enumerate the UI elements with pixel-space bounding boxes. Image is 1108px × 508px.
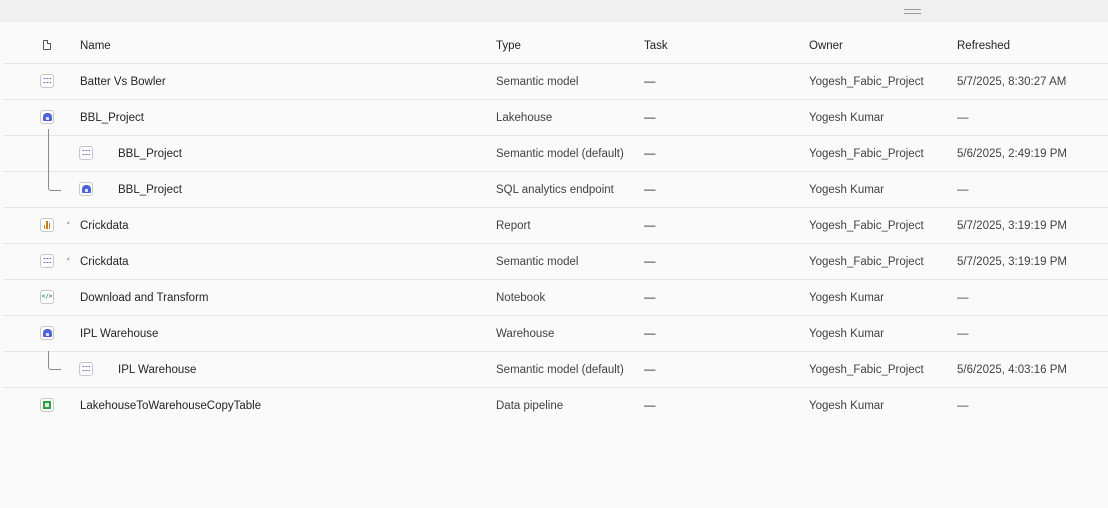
shortcut-icon: ⸗: [67, 254, 70, 263]
table-header: Name Type Task Owner Refreshed: [3, 28, 1108, 64]
item-name[interactable]: IPL Warehouse: [118, 352, 196, 387]
table-row[interactable]: BBL_Project Semantic model (default) — Y…: [3, 129, 1108, 172]
item-refreshed: 5/7/2025, 3:19:19 PM: [957, 219, 1067, 232]
item-type: Lakehouse: [496, 111, 553, 124]
item-refreshed: 5/6/2025, 2:49:19 PM: [957, 147, 1067, 160]
semantic-model-icon: [79, 145, 93, 160]
item-owner: Yogesh Kumar: [809, 111, 885, 124]
item-name[interactable]: Download and Transform: [80, 280, 208, 315]
item-task: —: [644, 219, 656, 232]
report-icon: [40, 217, 54, 232]
item-type: Semantic model: [496, 75, 579, 88]
item-name[interactable]: LakehouseToWarehouseCopyTable: [80, 388, 261, 424]
item-type: Report: [496, 219, 531, 232]
table-row[interactable]: IPL Warehouse Warehouse — Yogesh Kumar —: [3, 316, 1108, 352]
item-owner: Yogesh_Fabic_Project: [809, 147, 924, 160]
item-refreshed: —: [957, 183, 969, 196]
item-type: Semantic model (default): [496, 363, 624, 376]
item-refreshed: 5/7/2025, 8:30:27 AM: [957, 75, 1067, 88]
table-row[interactable]: Batter Vs Bowler Semantic model — Yogesh…: [3, 64, 1108, 100]
resize-handle[interactable]: [904, 9, 921, 14]
item-name[interactable]: BBL_Project: [80, 100, 144, 135]
item-task: —: [644, 291, 656, 304]
table-row[interactable]: </> Download and Transform Notebook — Yo…: [3, 280, 1108, 316]
item-refreshed: 5/7/2025, 3:19:19 PM: [957, 255, 1067, 268]
item-name[interactable]: IPL Warehouse: [80, 316, 158, 351]
column-header-owner[interactable]: Owner: [809, 28, 843, 63]
warehouse-icon: [40, 325, 54, 340]
shortcut-icon: ⸗: [67, 218, 70, 227]
item-type: Notebook: [496, 291, 546, 304]
item-owner: Yogesh Kumar: [809, 400, 885, 412]
item-task: —: [644, 363, 656, 376]
table-row[interactable]: BBL_Project SQL analytics endpoint — Yog…: [3, 171, 1108, 208]
table-row[interactable]: BBL_Project Lakehouse — Yogesh Kumar —: [3, 100, 1108, 136]
tree-connector: [48, 129, 61, 172]
lakehouse-icon: [40, 109, 54, 124]
item-name[interactable]: BBL_Project: [118, 136, 182, 171]
item-refreshed: —: [957, 327, 969, 340]
item-type: Warehouse: [496, 327, 555, 340]
item-owner: Yogesh_Fabic_Project: [809, 75, 924, 88]
item-task: —: [644, 327, 656, 340]
sql-endpoint-icon: [79, 181, 93, 196]
item-owner: Yogesh Kumar: [809, 327, 885, 340]
notebook-icon: </>: [40, 289, 54, 304]
item-type: Data pipeline: [496, 400, 564, 412]
column-header-name[interactable]: Name: [80, 28, 111, 63]
top-bar: [0, 0, 1108, 22]
column-header-task[interactable]: Task: [644, 28, 668, 63]
item-type: Semantic model (default): [496, 147, 624, 160]
item-task: —: [644, 400, 656, 412]
item-type: SQL analytics endpoint: [496, 183, 614, 196]
table-row[interactable]: ⸗ Crickdata Report — Yogesh_Fabic_Projec…: [3, 208, 1108, 244]
item-task: —: [644, 183, 656, 196]
table-row[interactable]: IPL Warehouse Semantic model (default) —…: [3, 351, 1108, 388]
item-owner: Yogesh_Fabic_Project: [809, 363, 924, 376]
semantic-model-icon: [40, 73, 54, 88]
item-refreshed: —: [957, 111, 969, 124]
tree-connector: [48, 351, 61, 370]
item-owner: Yogesh_Fabic_Project: [809, 219, 924, 232]
tree-connector: [48, 171, 61, 191]
item-owner: Yogesh Kumar: [809, 183, 885, 196]
table-row[interactable]: LakehouseToWarehouseCopyTable Data pipel…: [3, 388, 1108, 424]
item-refreshed: —: [957, 400, 969, 412]
item-name[interactable]: Crickdata: [80, 208, 129, 243]
item-name[interactable]: BBL_Project: [118, 172, 182, 207]
item-task: —: [644, 75, 656, 88]
item-type-column-icon[interactable]: [43, 39, 51, 50]
semantic-model-icon: [40, 253, 54, 268]
item-type: Semantic model: [496, 255, 579, 268]
semantic-model-icon: [79, 361, 93, 376]
item-task: —: [644, 255, 656, 268]
column-header-type[interactable]: Type: [496, 28, 521, 63]
pipeline-icon: [40, 398, 54, 412]
item-owner: Yogesh Kumar: [809, 291, 885, 304]
item-name[interactable]: Crickdata: [80, 244, 129, 279]
item-task: —: [644, 147, 656, 160]
items-table: Name Type Task Owner Refreshed Batter Vs…: [3, 28, 1108, 424]
item-refreshed: 5/6/2025, 4:03:16 PM: [957, 363, 1067, 376]
item-refreshed: —: [957, 291, 969, 304]
table-row[interactable]: ⸗ Crickdata Semantic model — Yogesh_Fabi…: [3, 244, 1108, 280]
column-header-refreshed[interactable]: Refreshed: [957, 28, 1010, 63]
item-task: —: [644, 111, 656, 124]
item-name[interactable]: Batter Vs Bowler: [80, 64, 166, 99]
item-owner: Yogesh_Fabic_Project: [809, 255, 924, 268]
